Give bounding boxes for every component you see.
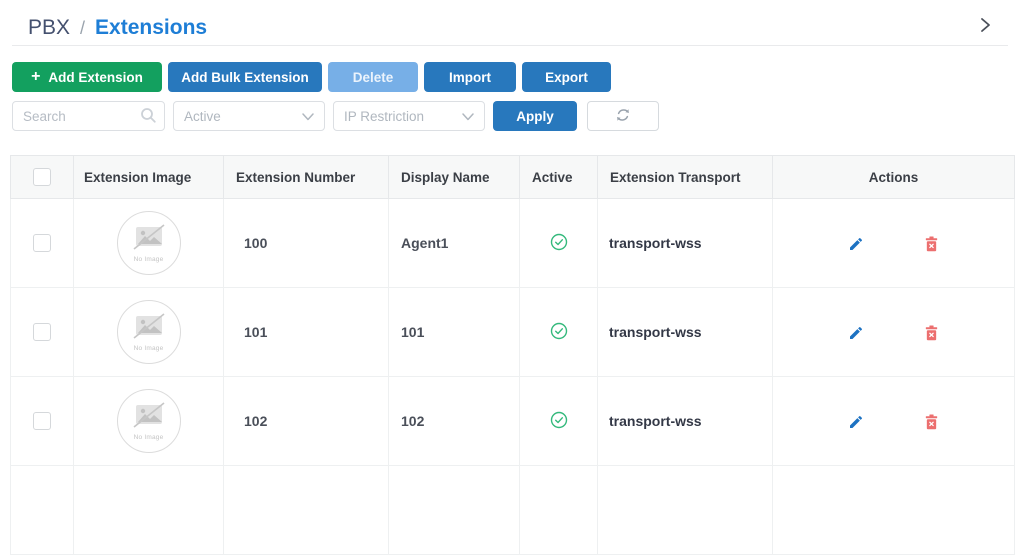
edit-button[interactable] [848,325,864,341]
trash-button[interactable] [924,325,939,341]
page-title: Extensions [95,15,208,39]
extensions-page: PBX / Extensions + Add Extension Add Bul… [0,0,1024,555]
column-header-extension-image: Extension Image [73,155,224,199]
row-checkbox[interactable] [33,234,51,253]
image-slash-icon [133,223,165,253]
table-row-partial [10,465,1015,555]
no-image-label: No Image [133,344,164,352]
apply-button[interactable]: Apply [493,101,577,131]
add-extension-label: Add Extension [48,69,143,85]
extension-image-placeholder: No Image [116,300,181,364]
extension-image-placeholder: No Image [116,211,181,275]
chevron-down-icon [302,109,314,124]
extension-transport-cell: transport-wss [597,287,773,377]
export-button[interactable]: Export [522,62,611,92]
table-header-row: Extension Image Extension Number Display… [10,155,1015,199]
image-slash-icon [133,401,165,431]
active-filter-select[interactable]: Active [173,101,325,131]
trash-button[interactable] [924,236,939,252]
no-image-label: No Image [133,255,164,263]
column-header-display-name: Display Name [388,155,520,199]
display-name-cell: 101 [388,287,520,377]
extension-number-cell: 102 [223,376,389,466]
search-icon [140,107,157,129]
extension-number-cell: 100 [223,198,389,288]
toolbar: + Add Extension Add Bulk Extension Delet… [12,62,1012,92]
breadcrumb: PBX / Extensions [28,16,207,40]
active-check-icon [550,411,568,432]
trash-button[interactable] [924,414,939,430]
breadcrumb-separator: / [80,17,86,38]
import-button[interactable]: Import [424,62,516,92]
active-check-icon [550,233,568,254]
delete-button[interactable]: Delete [328,62,418,92]
column-header-active: Active [519,155,598,199]
column-header-extension-number: Extension Number [223,155,389,199]
add-extension-button[interactable]: + Add Extension [12,62,162,92]
filter-bar: Active IP Restriction Apply [12,101,1012,131]
edit-button[interactable] [848,236,864,252]
chevron-down-icon [462,109,474,124]
ip-restriction-filter-select[interactable]: IP Restriction [333,101,485,131]
ip-restriction-filter-value: IP Restriction [344,108,425,124]
extension-transport-cell: transport-wss [597,198,773,288]
row-checkbox[interactable] [33,412,51,431]
active-filter-value: Active [184,108,221,124]
select-all-checkbox[interactable] [33,168,51,186]
row-checkbox[interactable] [33,323,51,342]
refresh-icon [615,107,631,126]
image-slash-icon [133,312,165,342]
extension-number-cell: 101 [223,287,389,377]
header-divider [12,45,1008,46]
extensions-table: Extension Image Extension Number Display… [10,155,1015,555]
extension-image-placeholder: No Image [116,389,181,453]
top-bar: PBX / Extensions [0,0,1024,45]
active-check-icon [550,322,568,343]
column-header-actions: Actions [772,155,1015,199]
table-row: No Image 101 101 transport-wss [10,287,1015,377]
column-header-extension-transport: Extension Transport [597,155,773,199]
edit-button[interactable] [848,414,864,430]
chevron-right-icon[interactable] [979,17,992,33]
display-name-cell: 102 [388,376,520,466]
breadcrumb-pbx-link[interactable]: PBX [28,16,70,40]
plus-icon: + [31,68,41,85]
refresh-button[interactable] [587,101,659,131]
no-image-label: No Image [133,433,164,441]
display-name-cell: Agent1 [388,198,520,288]
extension-transport-cell: transport-wss [597,376,773,466]
table-row: No Image 102 102 transport-wss [10,376,1015,466]
add-bulk-extension-button[interactable]: Add Bulk Extension [168,62,322,92]
table-row: No Image 100 Agent1 transport-wss [10,198,1015,288]
